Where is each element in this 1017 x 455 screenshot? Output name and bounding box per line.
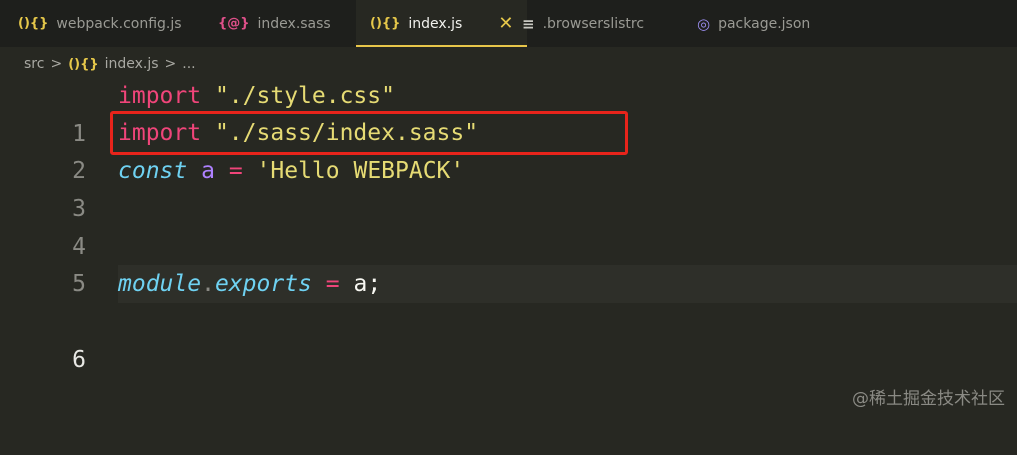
line-code: import "./style.css"	[118, 77, 395, 115]
breadcrumb: src > (){} index.js > ...	[24, 53, 196, 75]
operator-token: =	[228, 158, 243, 184]
string-token: 'Hello WEBPACK'	[256, 158, 465, 184]
config-file-icon: ≡	[522, 14, 535, 33]
line-code: const a = 'Hello WEBPACK'	[118, 152, 464, 190]
code-line-current: 6 module.exports = a;	[0, 265, 1017, 373]
tab-browserslistrc[interactable]: ≡ .browserslistrc	[522, 0, 644, 47]
close-icon[interactable]: ✕	[498, 13, 513, 34]
code-line: 4	[0, 190, 1017, 260]
tab-label: index.sass	[257, 15, 331, 32]
string-token: "./style.css"	[214, 83, 395, 109]
sass-file-icon: {@}	[218, 16, 250, 31]
active-tab-indicator	[356, 45, 528, 47]
highlight-annotation-box	[110, 111, 628, 155]
tab-label: webpack.config.js	[56, 15, 182, 32]
operator-token: =	[325, 271, 340, 297]
property-token: exports	[214, 271, 312, 297]
tab-label: .browserslistrc	[542, 15, 645, 32]
breadcrumb-file[interactable]: index.js	[105, 56, 159, 72]
line-code: module.exports = a;	[118, 271, 382, 297]
identifier-token: a	[353, 271, 368, 297]
variable-token: a	[201, 158, 215, 184]
tab-label: package.json	[718, 15, 811, 32]
tab-index-js[interactable]: (){} index.js ✕	[356, 0, 528, 47]
package-file-icon: ◎	[697, 14, 711, 33]
chevron-right-icon: >	[50, 56, 63, 72]
code-line: 3 const a = 'Hello WEBPACK'	[0, 152, 1017, 222]
tab-index-sass[interactable]: {@} index.sass	[218, 0, 331, 47]
code-line: 5	[0, 227, 1017, 297]
tab-bar: (){} webpack.config.js {@} index.sass ()…	[0, 0, 1017, 47]
storage-token: module	[118, 271, 202, 297]
breadcrumb-more[interactable]: ...	[182, 56, 195, 72]
tab-label: index.js	[408, 15, 463, 32]
js-file-icon: (){}	[68, 56, 99, 72]
chevron-right-icon: >	[164, 56, 177, 72]
breadcrumb-src[interactable]: src	[24, 56, 44, 72]
storage-token: const	[118, 158, 188, 184]
js-file-icon: (){}	[18, 16, 49, 31]
code-line: 1 import "./style.css"	[0, 77, 1017, 147]
tab-package-json[interactable]: ◎ package.json	[697, 0, 810, 47]
keyword-token: import	[118, 83, 202, 109]
line-number: 6	[72, 347, 86, 373]
tab-webpack-config[interactable]: (){} webpack.config.js	[18, 0, 182, 47]
js-file-icon: (){}	[370, 16, 401, 31]
watermark: @稀土掘金技术社区	[852, 389, 1005, 409]
